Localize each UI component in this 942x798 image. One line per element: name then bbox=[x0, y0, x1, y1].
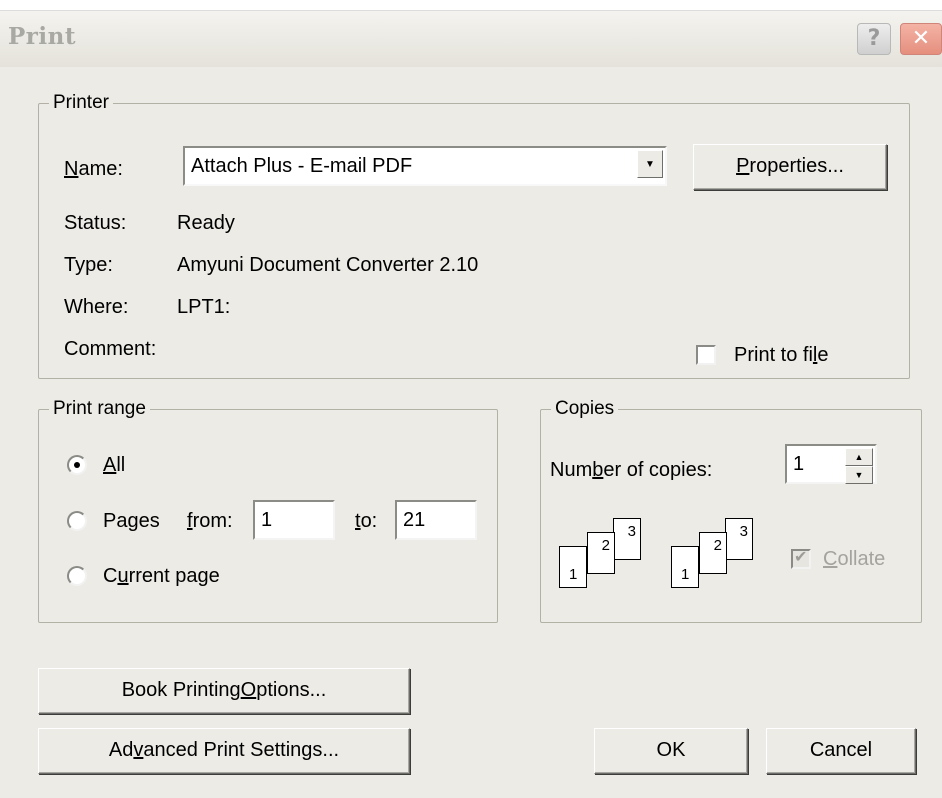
page-icon-2: 2 bbox=[587, 532, 615, 574]
page-icon-1: 1 bbox=[559, 546, 587, 588]
print-range-group: Print range All Pages from: 1 to: 21 Cur… bbox=[38, 397, 498, 623]
spin-up-icon[interactable]: ▲ bbox=[845, 448, 873, 466]
number-of-copies-label: Number of copies: bbox=[550, 459, 713, 481]
to-label: to: bbox=[355, 510, 378, 532]
close-button[interactable]: ✕ bbox=[900, 23, 942, 55]
copies-spinner[interactable]: ▲ ▼ bbox=[845, 448, 873, 484]
printer-legend: Printer bbox=[49, 91, 113, 115]
printer-name-dropdown[interactable]: Attach Plus - E-mail PDF ▼ bbox=[183, 146, 667, 186]
from-input[interactable]: 1 bbox=[253, 500, 335, 540]
printer-group: Printer Name: Attach Plus - E-mail PDF ▼… bbox=[38, 91, 910, 379]
type-value: Amyuni Document Converter 2.10 bbox=[177, 254, 479, 276]
help-button[interactable]: ? bbox=[857, 23, 891, 55]
page-icon-2: 2 bbox=[699, 532, 727, 574]
copies-value: 1 bbox=[793, 453, 805, 475]
book-printing-options-button[interactable]: Book Printing Options... bbox=[38, 668, 410, 714]
dropdown-arrow-icon[interactable]: ▼ bbox=[637, 150, 663, 178]
collate-checkbox[interactable]: ✔ bbox=[791, 549, 811, 569]
print-range-legend: Print range bbox=[49, 397, 150, 421]
properties-button[interactable]: Properties... bbox=[693, 144, 887, 190]
ok-button[interactable]: OK bbox=[594, 728, 748, 774]
window-title: Print bbox=[8, 23, 76, 50]
radio-selected-dot bbox=[74, 462, 80, 468]
page-icon-3: 3 bbox=[725, 518, 753, 560]
check-icon: ✔ bbox=[794, 549, 808, 566]
where-value: LPT1: bbox=[177, 296, 231, 318]
copies-group: Copies Number of copies: 1 ▲ ▼ 3 2 1 3 2… bbox=[540, 397, 922, 623]
print-to-file-checkbox[interactable] bbox=[696, 345, 716, 365]
status-label: Status: bbox=[64, 212, 127, 234]
status-value: Ready bbox=[177, 212, 235, 234]
from-label: from: bbox=[187, 510, 233, 532]
name-label: Name: bbox=[64, 158, 123, 180]
where-label: Where: bbox=[64, 296, 129, 318]
radio-all[interactable] bbox=[67, 455, 87, 475]
radio-pages-label[interactable]: Pages bbox=[103, 509, 160, 533]
radio-pages[interactable] bbox=[67, 511, 87, 531]
print-to-file-label[interactable]: Print to file bbox=[734, 343, 829, 367]
radio-all-label[interactable]: All bbox=[103, 453, 125, 477]
to-input[interactable]: 21 bbox=[395, 500, 477, 540]
page-icon-1: 1 bbox=[671, 546, 699, 588]
spin-down-icon[interactable]: ▼ bbox=[845, 466, 873, 484]
radio-current-page-label[interactable]: Current page bbox=[103, 564, 220, 588]
title-bar: Print ? ✕ bbox=[0, 11, 942, 67]
comment-label: Comment: bbox=[64, 338, 157, 360]
copies-input[interactable]: 1 ▲ ▼ bbox=[785, 444, 877, 484]
cancel-button[interactable]: Cancel bbox=[766, 728, 916, 774]
advanced-print-settings-button[interactable]: Advanced Print Settings... bbox=[38, 728, 410, 774]
print-dialog: Print ? ✕ Printer Name: Attach Plus - E-… bbox=[0, 10, 942, 798]
radio-current-page[interactable] bbox=[67, 566, 87, 586]
collate-label[interactable]: Collate bbox=[823, 547, 885, 571]
page-icon-3: 3 bbox=[613, 518, 641, 560]
printer-name-value: Attach Plus - E-mail PDF bbox=[191, 155, 413, 177]
type-label: Type: bbox=[64, 254, 113, 276]
copies-legend: Copies bbox=[551, 397, 619, 421]
